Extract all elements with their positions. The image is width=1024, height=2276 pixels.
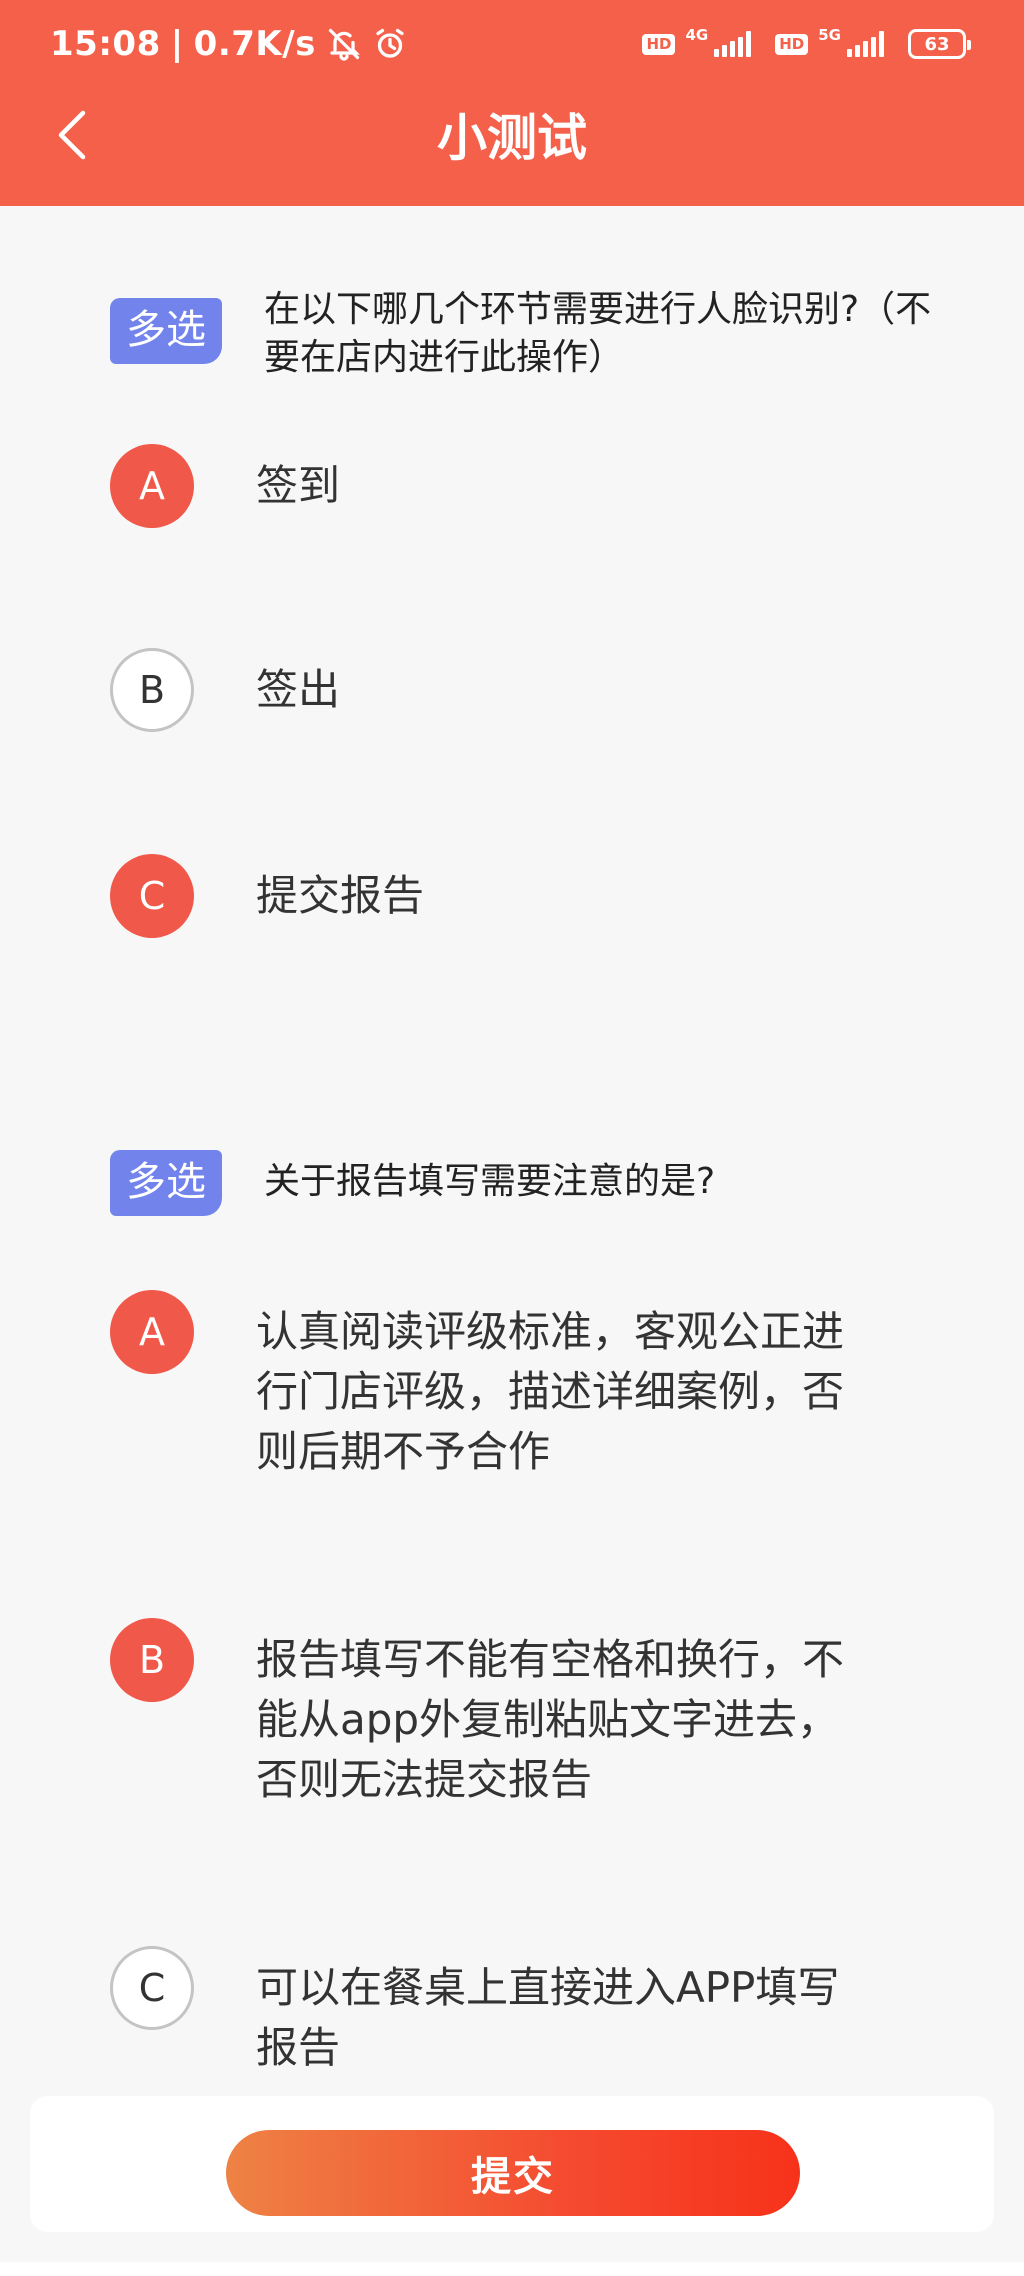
option-c[interactable]: C 提交报告 — [110, 854, 930, 938]
option-text: 签到 — [256, 461, 341, 510]
option-a[interactable]: A 签到 — [110, 444, 930, 528]
app-header: 15:08 | 0.7K/s HD 4G HD 5G 63 小测试 — [0, 0, 1024, 206]
option-letter: A — [110, 444, 194, 528]
question-type-tag: 多选 — [110, 298, 222, 364]
status-left: 15:08 | 0.7K/s — [50, 24, 408, 64]
question-text: 关于报告填写需要注意的是? — [264, 1161, 716, 1202]
option-letter: C — [110, 854, 194, 938]
page-title: 小测试 — [437, 109, 587, 167]
home-indicator — [0, 2262, 1024, 2276]
battery-icon: 63 — [908, 29, 971, 59]
hd-badge-2: HD — [775, 33, 809, 55]
network-label-1: 4G — [685, 26, 709, 44]
status-net-speed: 0.7K/s — [193, 24, 316, 64]
submit-button[interactable]: 提交 — [226, 2130, 800, 2216]
option-text: 签出 — [256, 665, 341, 714]
option-text: 报告填写不能有空格和换行，不能从app外复制粘贴文字进去，否则无法提交报告 — [256, 1635, 845, 1804]
battery-level: 63 — [924, 33, 950, 55]
option-a[interactable]: A 认真阅读评级标准，客观公正进行门店评级，描述详细案例，否则后期不予合作 — [110, 1290, 930, 1482]
option-letter: C — [110, 1946, 194, 2030]
option-c[interactable]: C 可以在餐桌上直接进入APP填写报告 — [110, 1946, 930, 2078]
option-letter: B — [110, 648, 194, 732]
option-letter: A — [110, 1290, 194, 1374]
bell-muted-icon — [326, 26, 362, 62]
network-label-2: 5G — [818, 26, 841, 44]
option-b[interactable]: B 报告填写不能有空格和换行，不能从app外复制粘贴文字进去，否则无法提交报告 — [110, 1618, 930, 1810]
signal-icon-1 — [714, 31, 752, 57]
submit-bar: 提交 — [30, 2096, 994, 2232]
question-text: 在以下哪几个环节需要进行人脸识别?（不要在店内进行此操作） — [264, 289, 932, 378]
option-b[interactable]: B 签出 — [110, 648, 930, 732]
status-divider: | — [170, 24, 184, 64]
option-text: 认真阅读评级标准，客观公正进行门店评级，描述详细案例，否则后期不予合作 — [256, 1307, 845, 1476]
question-type-tag: 多选 — [110, 1150, 222, 1216]
status-right: HD 4G HD 5G 63 — [642, 26, 971, 62]
hd-badge-1: HD — [642, 33, 676, 55]
status-time: 15:08 — [50, 24, 161, 64]
alarm-icon — [372, 26, 408, 62]
option-text: 可以在餐桌上直接进入APP填写报告 — [256, 1963, 840, 2072]
option-letter: B — [110, 1618, 194, 1702]
status-bar: 15:08 | 0.7K/s HD 4G HD 5G 63 — [0, 0, 1024, 94]
option-text: 提交报告 — [256, 871, 425, 920]
signal-icon-2 — [847, 31, 884, 57]
